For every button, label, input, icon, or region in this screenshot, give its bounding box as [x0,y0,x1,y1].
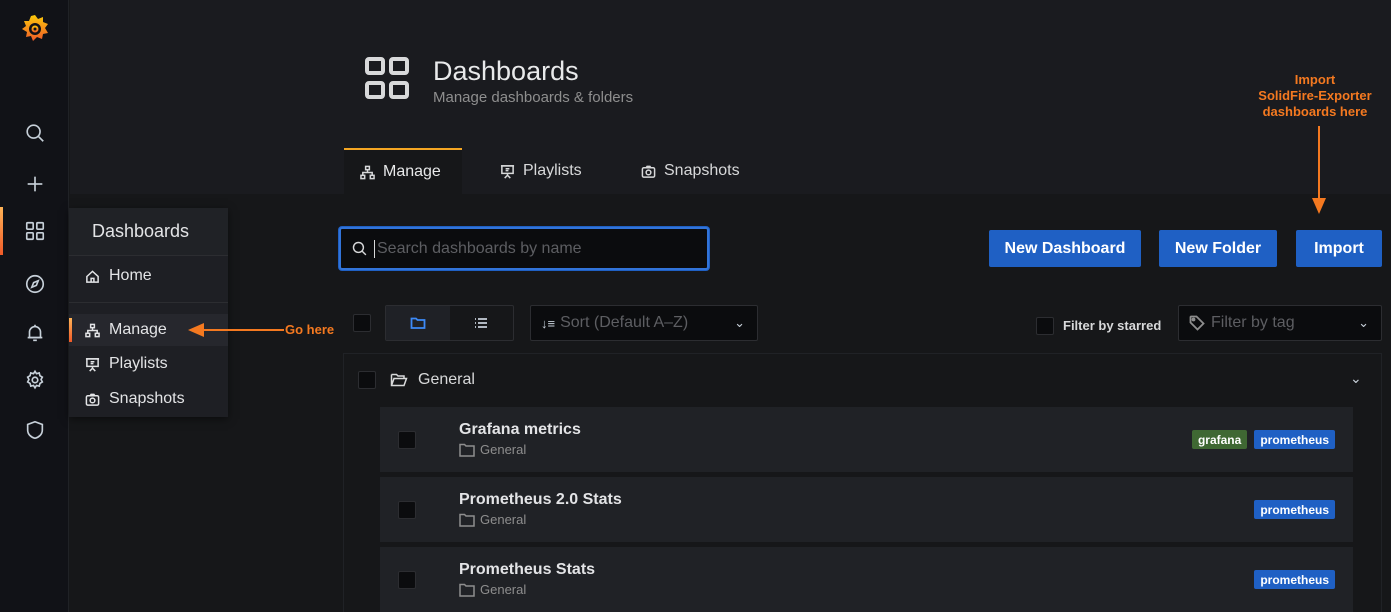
dashboard-checkbox[interactable] [398,431,416,449]
flyout-item-playlists[interactable]: Playlists [69,348,228,380]
folder-view-button[interactable] [386,306,450,340]
tab-label: Manage [383,163,441,180]
tag-filter-label: Filter by tag [1211,314,1295,331]
tab-label: Snapshots [664,162,740,179]
explore-icon[interactable] [20,269,50,299]
dashboards-flyout-menu: Dashboards Home Manage Playlists Snapsho… [69,208,228,417]
page-subtitle: Manage dashboards & folders [433,89,634,106]
import-annotation-line: SolidFire-Exporter [1258,88,1372,103]
plus-icon[interactable] [20,169,50,199]
filter-starred-label: Filter by starred [1063,318,1162,333]
sidebar [0,0,69,612]
grafana-logo[interactable] [18,12,52,46]
tag-list: prometheus [1254,500,1335,519]
presentation-icon [500,164,515,179]
dashboard-folder-label: General [480,512,527,527]
gear-icon[interactable] [20,365,50,395]
tab-snapshots[interactable]: Snapshots [641,148,740,194]
dashboard-folder: General [459,582,526,597]
sort-label: Sort (Default A–Z) [560,314,689,331]
sort-select[interactable]: ↓≡ Sort (Default A–Z) ⌄ [530,305,758,341]
new-folder-button[interactable]: New Folder [1159,230,1277,267]
tab-manage[interactable]: Manage [344,148,462,194]
import-annotation: Import SolidFire-Exporter dashboards her… [1250,72,1380,120]
list-view-button[interactable] [450,306,514,340]
sort-icon: ↓≡ [541,315,556,331]
dashboard-row[interactable]: Prometheus Stats General prometheus [380,547,1353,612]
folder-name[interactable]: General [418,371,475,389]
dashboard-checkbox[interactable] [398,501,416,519]
dashboards-icon[interactable] [20,216,50,246]
dashboard-folder: General [459,442,526,457]
sitemap-icon [83,323,101,338]
sitemap-icon [360,165,375,179]
dashboard-checkbox[interactable] [398,571,416,589]
flyout-title[interactable]: Dashboards [69,208,228,256]
search-box [339,227,709,270]
tag-list: prometheus [1254,570,1335,589]
folder-checkbox[interactable] [358,371,376,389]
shield-icon[interactable] [20,415,50,445]
flyout-item-label: Playlists [109,355,168,372]
flyout-item-label: Home [109,267,152,284]
camera-icon [83,392,101,407]
tag-prometheus[interactable]: prometheus [1254,570,1335,589]
import-arrow [1312,126,1326,214]
view-toggle [385,305,514,341]
dashboard-row[interactable]: Grafana metrics General grafana promethe… [380,407,1353,472]
search-icon[interactable] [20,118,50,148]
presentation-icon [83,357,101,372]
chevron-down-icon: ⌄ [734,315,745,330]
select-all-checkbox[interactable] [353,314,371,332]
folder-open-icon [390,373,408,387]
dashboard-name[interactable]: Grafana metrics [459,421,581,439]
import-annotation-line: Import [1294,72,1336,87]
folder-icon [410,317,426,329]
camera-icon [641,165,656,178]
flyout-divider [69,302,228,303]
dashboard-row[interactable]: Prometheus 2.0 Stats General prometheus [380,477,1353,542]
flyout-item-label: Manage [109,321,167,338]
dashboard-folder-label: General [480,442,527,457]
dashboard-folder-label: General [480,582,527,597]
tag-list: grafana prometheus [1191,430,1335,449]
tag-filter-select[interactable]: Filter by tag ⌄ [1178,305,1382,341]
folder-icon [459,443,475,457]
dashboards-icon [365,57,409,99]
tag-grafana[interactable]: grafana [1191,430,1248,449]
sidebar-active-indicator [0,207,3,255]
tab-playlists[interactable]: Playlists [500,148,582,194]
chevron-down-icon: ⌄ [1358,315,1369,330]
tab-label: Playlists [523,162,582,179]
chevron-down-icon[interactable]: ⌄ [1350,370,1362,387]
page-title: Dashboards [433,56,579,86]
dashboard-name[interactable]: Prometheus Stats [459,561,595,579]
import-annotation-line: dashboards here [1262,104,1368,119]
folder-icon [459,513,475,527]
import-button[interactable]: Import [1296,230,1382,267]
search-icon [352,241,367,256]
tag-prometheus[interactable]: prometheus [1254,430,1335,449]
new-dashboard-button[interactable]: New Dashboard [989,230,1141,267]
flyout-item-home[interactable]: Home [69,260,228,292]
home-icon [83,269,101,284]
list-icon [475,318,488,328]
go-here-arrow [188,323,284,337]
filter-starred-checkbox[interactable] [1036,317,1054,335]
flyout-item-snapshots[interactable]: Snapshots [69,383,228,415]
search-input[interactable] [374,239,694,258]
dashboard-name[interactable]: Prometheus 2.0 Stats [459,491,622,509]
tag-prometheus[interactable]: prometheus [1254,500,1335,519]
tag-icon [1189,315,1205,331]
folder-icon [459,583,475,597]
alerting-icon[interactable] [20,318,50,348]
go-here-annotation: Go here [285,322,335,337]
dashboard-folder: General [459,512,526,527]
flyout-item-label: Snapshots [109,390,185,407]
